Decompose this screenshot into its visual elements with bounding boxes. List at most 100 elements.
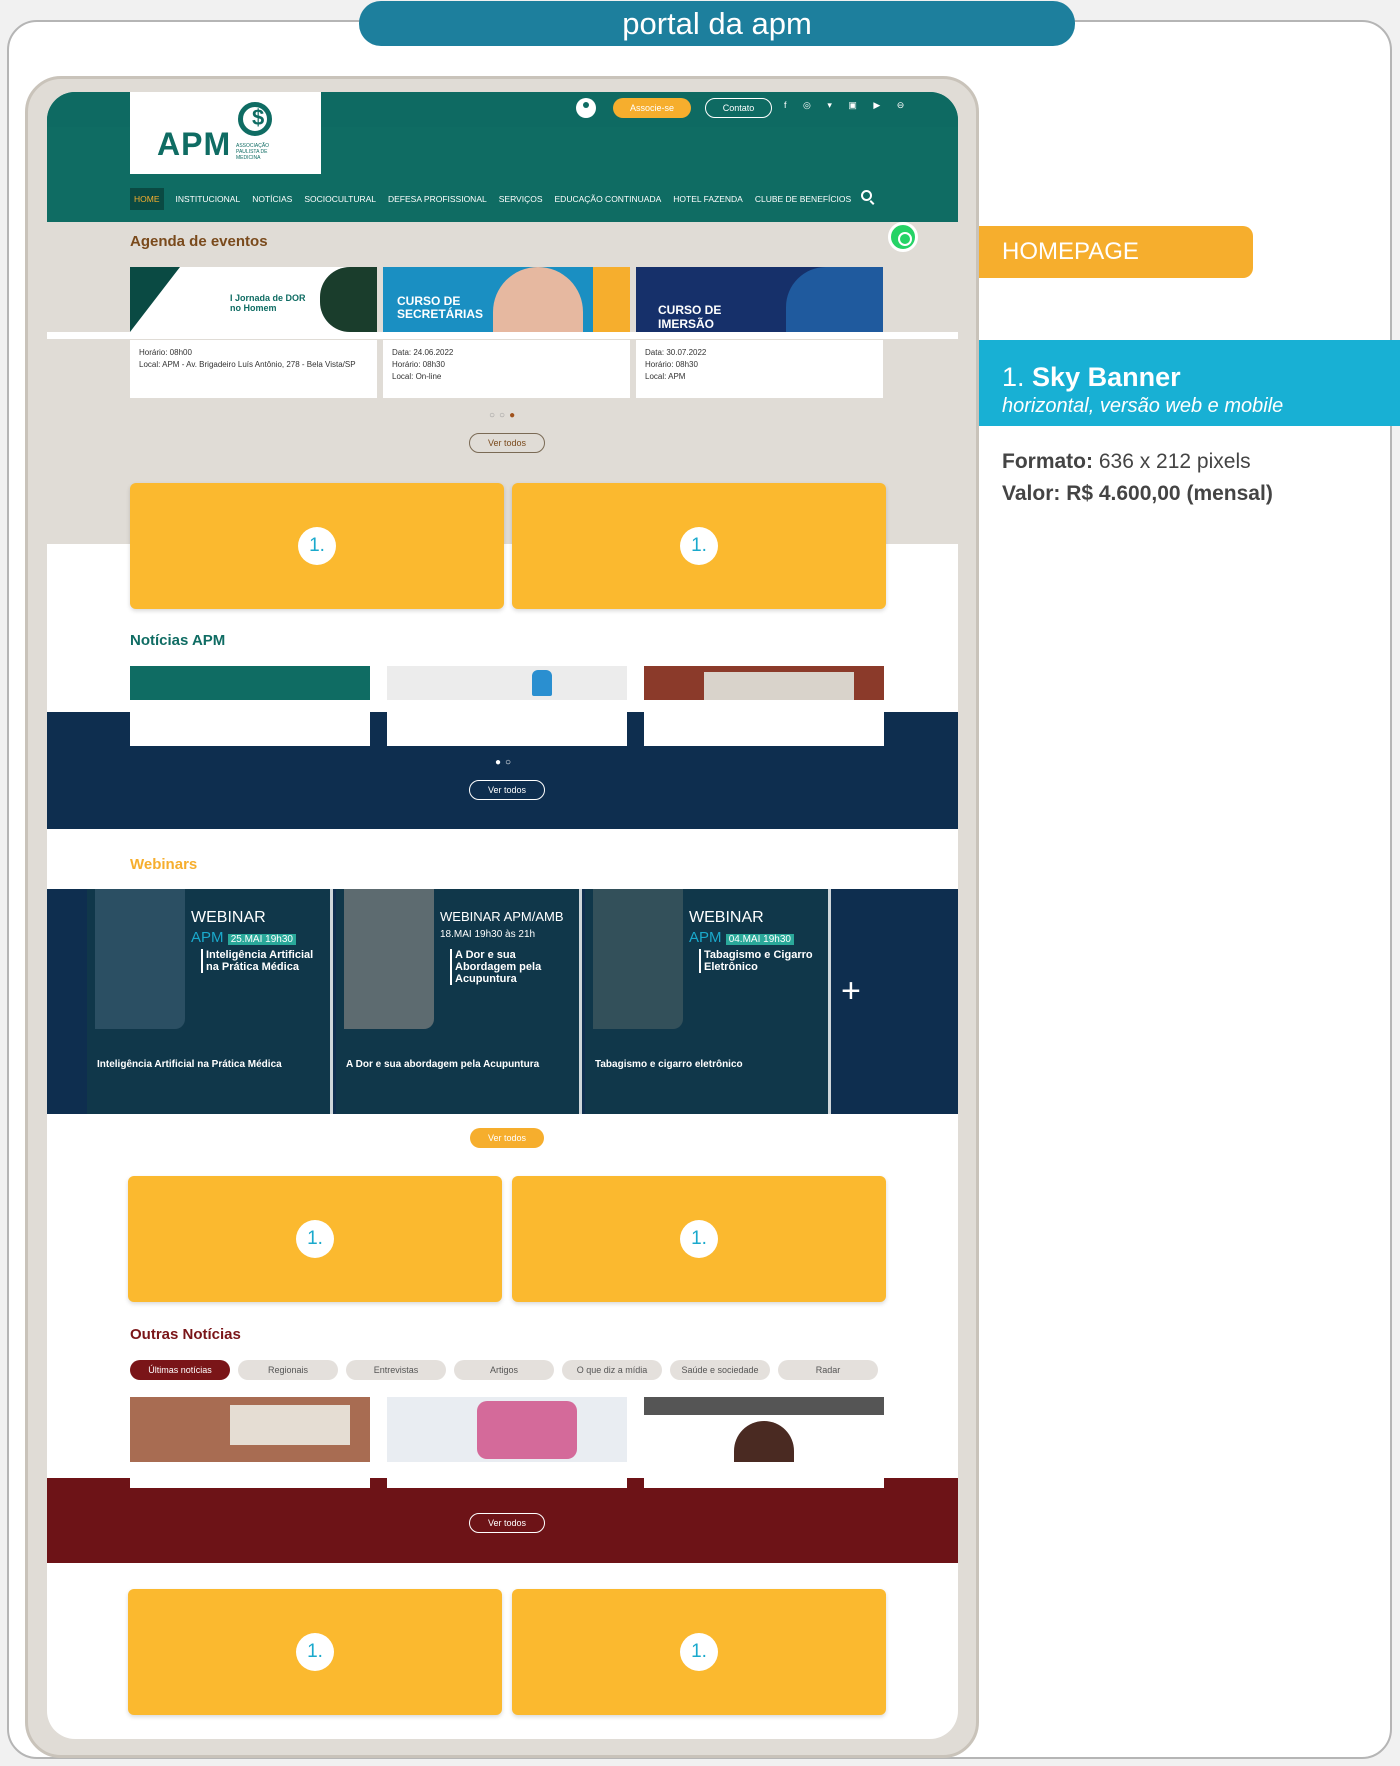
formato-line: Formato: 636 x 212 pixels <box>1002 446 1273 478</box>
webinar-image <box>95 889 185 1029</box>
news-image[interactable] <box>387 1397 627 1462</box>
news-card[interactable] <box>130 712 370 746</box>
site-screen: APM $ ASSOCIAÇÃO PAULISTA DE MEDICINA As… <box>47 92 958 1739</box>
event-image-1[interactable]: I Jornada de DOR no Homem <box>130 267 377 332</box>
webinar-topic: A Dor e sua Abordagem pela Acupuntura <box>450 949 570 985</box>
news-card[interactable] <box>130 1462 370 1488</box>
ver-todos-button[interactable]: Ver todos <box>469 1513 545 1533</box>
event-info-3: Data: 30.07.2022 Horário: 08h30 Local: A… <box>636 340 883 398</box>
social-icons[interactable]: f ◎ ▾ ▣ ▶ ⊖ <box>784 100 911 111</box>
webinar-date: 25.MAI 19h30 <box>227 934 296 945</box>
webinar-topic: Inteligência Artificial na Prática Médic… <box>201 949 321 973</box>
page-title: portal da apm <box>359 1 1075 46</box>
divider <box>47 332 958 339</box>
ad-heading: 1. Sky Banner <box>1002 362 1400 393</box>
news-tabs: Últimas notícias Regionais Entrevistas A… <box>130 1360 886 1380</box>
tab-midia[interactable]: O que diz a mídia <box>562 1360 662 1380</box>
tab-ultimas[interactable]: Últimas notícias <box>130 1360 230 1380</box>
event-line: Data: 30.07.2022 <box>645 348 707 357</box>
event-image-text: CURSO DE IMERSÃO <box>658 303 722 331</box>
nav-item-educacao[interactable]: EDUCAÇÃO CONTINUADA <box>555 194 662 204</box>
webinar-title: WEBINAR <box>689 909 764 926</box>
event-image-3[interactable]: CURSO DE IMERSÃO <box>636 267 883 332</box>
ad-slot[interactable]: 1. <box>512 483 886 609</box>
news-card[interactable] <box>387 1462 627 1488</box>
webinar-date: 04.MAI 19h30 <box>725 934 794 945</box>
event-image-2[interactable]: CURSO DE SECRETÁRIAS <box>383 267 630 332</box>
event-image-text: I Jornada de DOR no Homem <box>230 293 306 313</box>
event-line: Local: APM - Av. Brigadeiro Luís Antônio… <box>139 360 356 369</box>
webinar-title: WEBINAR <box>191 909 266 926</box>
noticias-title: Notícias APM <box>130 632 226 649</box>
nav-item-sociocultural[interactable]: SOCIOCULTURAL <box>304 194 376 204</box>
nav-item-institucional[interactable]: INSTITUCIONAL <box>176 194 241 204</box>
ad-slot[interactable]: 1. <box>512 1589 886 1715</box>
news-card[interactable] <box>387 712 627 746</box>
ad-slot[interactable]: 1. <box>512 1176 886 1302</box>
nav-item-clube[interactable]: CLUBE DE BENEFÍCIOS <box>755 194 851 204</box>
news-card[interactable] <box>644 1462 884 1488</box>
valor-label: Valor: R$ 4.600,00 (mensal) <box>1002 482 1273 505</box>
logo-text: APM <box>157 126 232 162</box>
webinar-org: APM <box>689 929 722 946</box>
tab-radar[interactable]: Radar <box>778 1360 878 1380</box>
news-image[interactable] <box>644 666 884 700</box>
search-icon[interactable] <box>861 190 872 201</box>
webinar-card[interactable]: WEBINAR APM/AMB 18.MAI 19h30 às 21h A Do… <box>336 889 582 1114</box>
main-nav: HOME INSTITUCIONAL NOTÍCIAS SOCIOCULTURA… <box>130 187 890 211</box>
plus-icon[interactable]: + <box>841 972 861 1011</box>
nav-item-hotel[interactable]: HOTEL FAZENDA <box>673 194 743 204</box>
news-image[interactable] <box>644 1397 884 1462</box>
ver-todos-button[interactable]: Ver todos <box>470 1128 544 1148</box>
divider <box>47 700 958 704</box>
ad-specs: Formato: 636 x 212 pixels Valor: R$ 4.60… <box>1002 446 1273 510</box>
event-line: Data: 24.06.2022 <box>392 348 454 357</box>
tab-artigos[interactable]: Artigos <box>454 1360 554 1380</box>
ver-todos-button[interactable]: Ver todos <box>469 433 545 453</box>
webinar-card[interactable]: WEBINAR APM 04.MAI 19h30 Tabagismo e Cig… <box>585 889 831 1114</box>
contato-button[interactable]: Contato <box>705 98 772 118</box>
ad-slot[interactable]: 1. <box>128 1176 502 1302</box>
news-image[interactable] <box>130 1397 370 1462</box>
event-line: Local: APM <box>645 372 686 381</box>
user-icon[interactable] <box>576 98 596 118</box>
news-image[interactable] <box>387 666 627 700</box>
ad-slot[interactable]: 1. <box>130 483 504 609</box>
valor-line: Valor: R$ 4.600,00 (mensal) <box>1002 478 1273 510</box>
news-image[interactable] <box>130 666 370 700</box>
webinar-sub: APM 25.MAI 19h30 <box>191 929 296 946</box>
event-line: Local: On-line <box>392 372 442 381</box>
ver-todos-button[interactable]: Ver todos <box>469 780 545 800</box>
associe-button[interactable]: Associe-se <box>613 98 691 118</box>
tab-entrevistas[interactable]: Entrevistas <box>346 1360 446 1380</box>
nav-item-defesa[interactable]: DEFESA PROFISSIONAL <box>388 194 487 204</box>
event-line: Horário: 08h00 <box>139 348 192 357</box>
carousel-dots[interactable]: ●○ <box>495 757 515 768</box>
nav-item-noticias[interactable]: NOTÍCIAS <box>252 194 292 204</box>
webinar-caption: Tabagismo e cigarro eletrônico <box>595 1059 743 1070</box>
webinar-card[interactable]: WEBINAR APM 25.MAI 19h30 Inteligência Ar… <box>87 889 333 1114</box>
formato-label: Formato: <box>1002 450 1093 473</box>
nav-item-home[interactable]: HOME <box>130 188 164 210</box>
ad-number: 1. <box>1002 362 1025 392</box>
event-line: Horário: 08h30 <box>645 360 698 369</box>
agenda-title: Agenda de eventos <box>130 233 268 250</box>
logo[interactable]: APM $ ASSOCIAÇÃO PAULISTA DE MEDICINA <box>130 92 321 174</box>
whatsapp-icon[interactable] <box>888 222 918 252</box>
ad-description: horizontal, versão web e mobile <box>1002 395 1284 417</box>
event-info-2: Data: 24.06.2022 Horário: 08h30 Local: O… <box>383 340 630 398</box>
nav-item-servicos[interactable]: SERVIÇOS <box>499 194 543 204</box>
ad-slot[interactable]: 1. <box>128 1589 502 1715</box>
caduceus-icon: $ <box>238 102 272 136</box>
ad-number: 1. <box>296 1220 334 1258</box>
webinar-title: WEBINAR APM/AMB <box>440 909 564 924</box>
logo-subtitle: ASSOCIAÇÃO PAULISTA DE MEDICINA <box>236 143 270 161</box>
webinar-date: 18.MAI 19h30 às 21h <box>440 929 536 940</box>
ad-number: 1. <box>680 1220 718 1258</box>
tab-regionais[interactable]: Regionais <box>238 1360 338 1380</box>
tab-saude[interactable]: Saúde e sociedade <box>670 1360 770 1380</box>
event-line: Horário: 08h30 <box>392 360 445 369</box>
event-image-text: CURSO DE SECRETÁRIAS <box>397 294 484 321</box>
carousel-dots[interactable]: ○○● <box>489 410 519 421</box>
news-card[interactable] <box>644 712 884 746</box>
